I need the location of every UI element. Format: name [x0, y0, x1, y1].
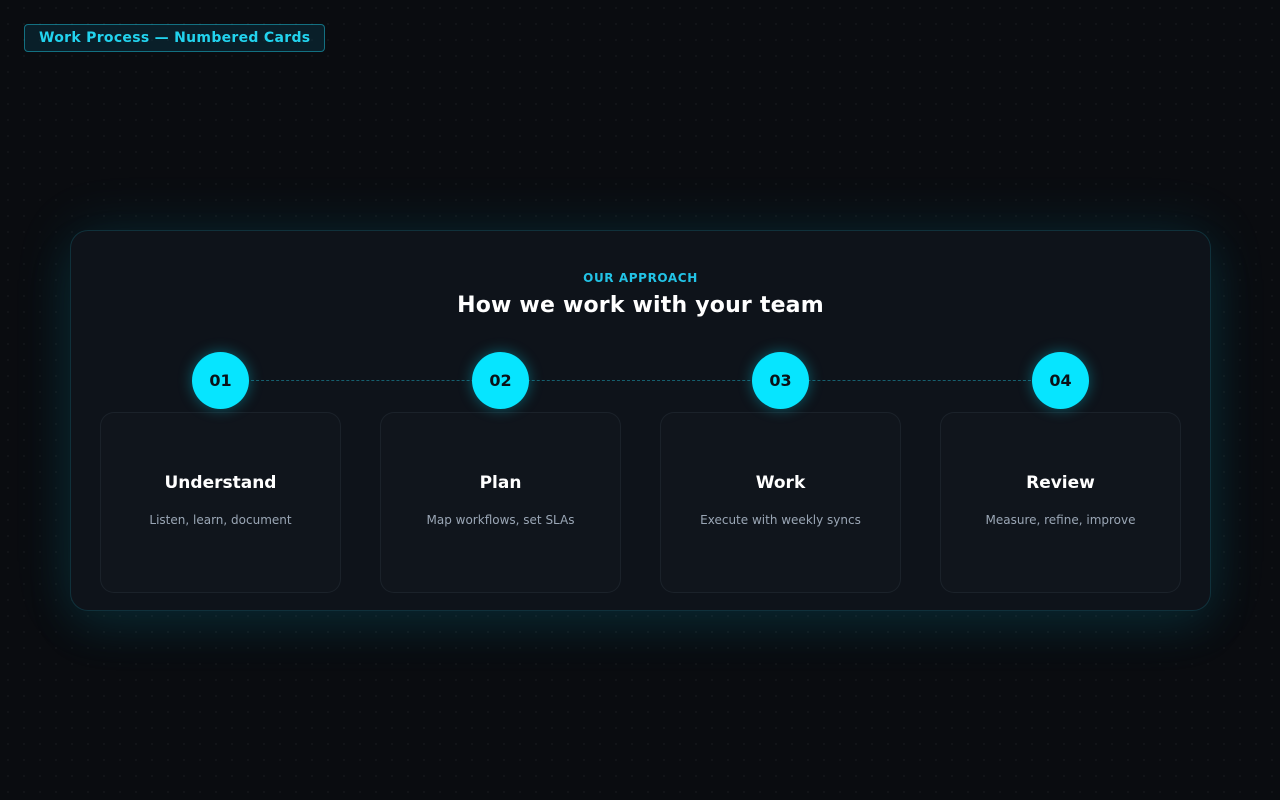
- step-description: Measure, refine, improve: [985, 513, 1136, 527]
- step-card-understand: Understand Listen, learn, document: [100, 412, 341, 593]
- section-title: How we work with your team: [457, 293, 824, 318]
- step-number-badge: 01: [192, 352, 249, 409]
- step-description: Listen, learn, document: [149, 513, 292, 527]
- step-title: Plan: [479, 473, 522, 493]
- step-number-badge: 02: [472, 352, 529, 409]
- page-tag: Work Process — Numbered Cards: [24, 24, 326, 52]
- step-title: Work: [755, 473, 806, 493]
- step-connector-line: [221, 380, 1061, 381]
- step-number-badge: 03: [752, 352, 809, 409]
- step-number-badge: 04: [1032, 352, 1089, 409]
- step-card-plan: Plan Map workflows, set SLAs: [380, 412, 621, 593]
- step-description: Execute with weekly syncs: [700, 513, 861, 527]
- step-title: Understand: [164, 473, 277, 493]
- section-eyebrow: OUR APPROACH: [583, 271, 698, 285]
- step-card-work: Work Execute with weekly syncs: [660, 412, 901, 593]
- step-title: Review: [1026, 473, 1095, 493]
- step-description: Map workflows, set SLAs: [426, 513, 575, 527]
- process-panel: OUR APPROACH How we work with your team …: [70, 230, 1211, 611]
- step-card-review: Review Measure, refine, improve: [940, 412, 1181, 593]
